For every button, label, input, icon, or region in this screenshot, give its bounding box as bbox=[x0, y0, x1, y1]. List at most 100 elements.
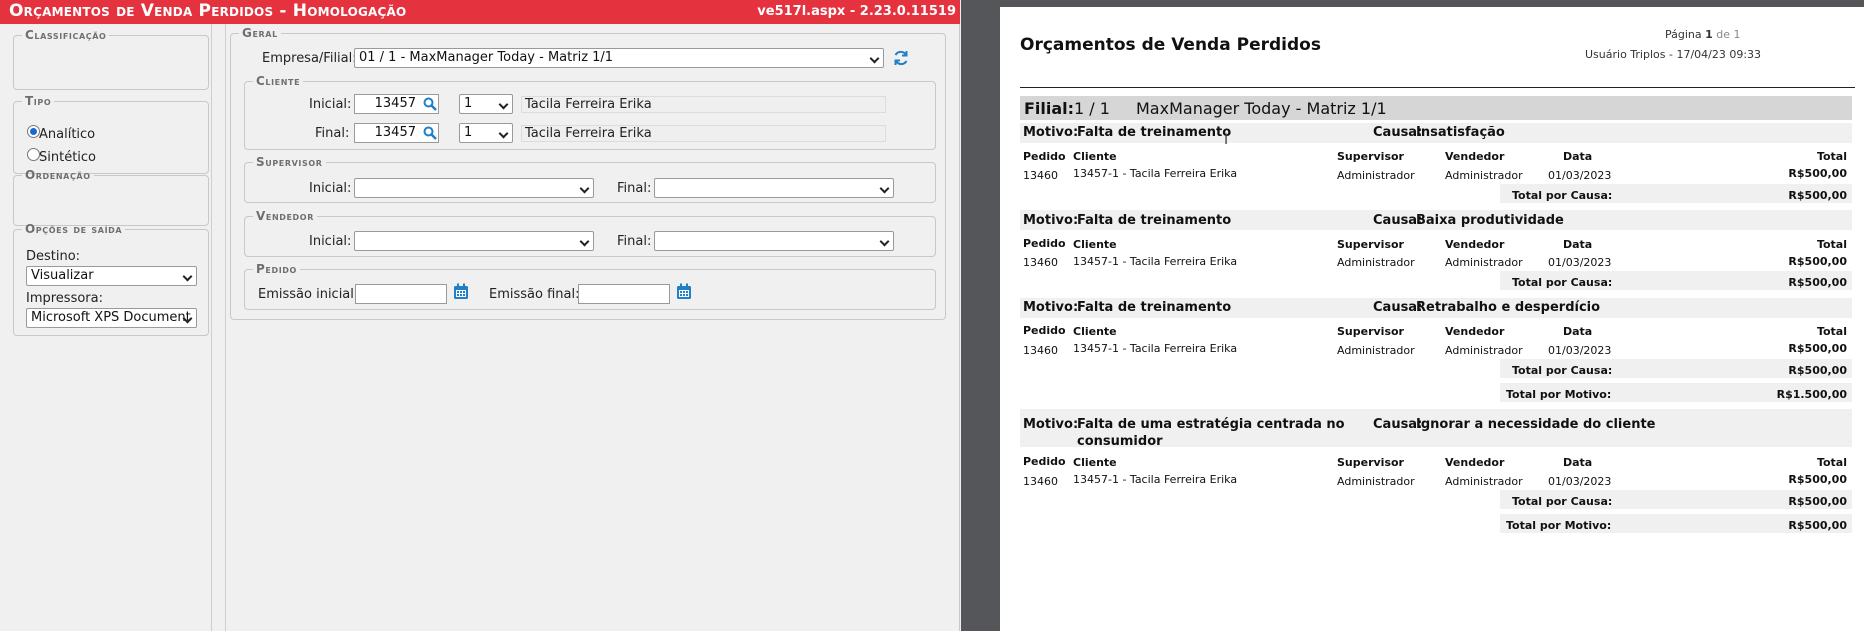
col-pedido: Pedido bbox=[1023, 455, 1066, 468]
empresa-filial-label: Empresa/Filial: bbox=[262, 51, 357, 66]
page-of: de 1 bbox=[1716, 28, 1741, 41]
total-causa-value: R$500,00 bbox=[1788, 364, 1847, 377]
total-causa-label: Total por Causa: bbox=[1512, 495, 1613, 508]
chevron-down-icon bbox=[879, 183, 890, 194]
cliente-final-seq: 1 bbox=[464, 125, 473, 140]
causa-label: Causa: bbox=[1373, 300, 1423, 315]
impressora-select[interactable]: Microsoft XPS Document bbox=[26, 308, 197, 328]
cliente-final-code: 13457 bbox=[374, 125, 416, 140]
supervisor-inicial-select[interactable] bbox=[354, 178, 594, 198]
col-supervisor: Supervisor bbox=[1337, 325, 1404, 338]
causa-label: Causa: bbox=[1373, 125, 1423, 140]
motivo-value: Falta de treinamento bbox=[1077, 125, 1232, 140]
col-cliente: Cliente bbox=[1073, 150, 1117, 163]
col-pedido: Pedido bbox=[1023, 237, 1066, 250]
cell-pedido: 13460 bbox=[1023, 169, 1058, 182]
chevron-down-icon bbox=[579, 236, 590, 247]
col-data: Data bbox=[1563, 238, 1593, 251]
supervisor-final-select[interactable] bbox=[654, 178, 894, 198]
cliente-inicial-seq: 1 bbox=[464, 96, 473, 111]
chevron-down-icon bbox=[869, 53, 880, 64]
emissao-final-input[interactable] bbox=[578, 284, 670, 304]
vendedor-inicial-select[interactable] bbox=[354, 231, 594, 251]
total-motivo-label: Total por Motivo: bbox=[1506, 388, 1612, 401]
causa-value: Ignorar a necessidade do cliente bbox=[1416, 417, 1656, 432]
cell-data: 01/03/2023 bbox=[1548, 344, 1612, 357]
cell-cliente: 13457-1 - Tacila Ferreira Erika bbox=[1073, 167, 1238, 180]
cell-cliente: 13457-1 - Tacila Ferreira Erika bbox=[1073, 255, 1238, 268]
cell-cliente: 13457-1 - Tacila Ferreira Erika bbox=[1073, 473, 1238, 486]
causa-label: Causa: bbox=[1373, 213, 1423, 228]
radio-analitico-label[interactable]: Analítico bbox=[39, 127, 95, 142]
cliente-inicial-seq-select[interactable]: 1 bbox=[459, 94, 513, 114]
causa-value: Retrabalho e desperdício bbox=[1416, 300, 1601, 315]
total-causa-value: R$500,00 bbox=[1788, 276, 1847, 289]
cell-total: R$500,00 bbox=[1788, 473, 1847, 486]
cell-supervisor: Administrador bbox=[1337, 256, 1415, 269]
causa-label: Causa: bbox=[1373, 417, 1423, 432]
cliente-final-seq-select[interactable]: 1 bbox=[459, 123, 513, 143]
search-icon[interactable] bbox=[423, 126, 437, 140]
col-vendedor: Vendedor bbox=[1445, 325, 1505, 338]
cliente-inicial-name-field: Tacila Ferreira Erika bbox=[521, 96, 886, 113]
cell-total: R$500,00 bbox=[1788, 255, 1847, 268]
search-icon[interactable] bbox=[423, 97, 437, 111]
col-data: Data bbox=[1563, 150, 1593, 163]
page-word: Página bbox=[1665, 28, 1702, 41]
cell-pedido: 13460 bbox=[1023, 475, 1058, 488]
cell-vendedor: Administrador bbox=[1445, 169, 1523, 182]
motivo-value: Falta de treinamento bbox=[1077, 213, 1232, 228]
cell-vendedor: Administrador bbox=[1445, 475, 1523, 488]
filial-name: MaxManager Today - Matriz 1/1 bbox=[1136, 99, 1387, 118]
vendedor-final-select[interactable] bbox=[654, 231, 894, 251]
ordenacao-legend: Ordenação bbox=[25, 168, 91, 182]
total-causa-label: Total por Causa: bbox=[1512, 189, 1613, 202]
cell-data: 01/03/2023 bbox=[1548, 256, 1612, 269]
text-cursor-icon: I bbox=[1224, 132, 1229, 148]
cell-data: 01/03/2023 bbox=[1548, 475, 1612, 488]
cliente-inicial-code: 13457 bbox=[374, 96, 416, 111]
cliente-inicial-label: Inicial: bbox=[309, 97, 352, 112]
vendedor-legend: Vendedor bbox=[256, 209, 314, 223]
motivo-label: Motivo: bbox=[1023, 300, 1079, 315]
col-cliente: Cliente bbox=[1073, 325, 1117, 338]
report-filter-window: Orçamentos de Venda Perdidos - Homologaç… bbox=[0, 0, 960, 631]
page-number: 1 bbox=[1705, 28, 1713, 41]
col-total: Total bbox=[1816, 238, 1847, 251]
col-cliente: Cliente bbox=[1073, 238, 1117, 251]
sidebar: Classificação Tipo Analítico Sintético O… bbox=[0, 24, 212, 631]
motivo-value-line1: Falta de uma estratégia centrada no bbox=[1077, 417, 1345, 432]
causa-value: Baixa produtividade bbox=[1416, 213, 1564, 228]
vendedor-final-label: Final: bbox=[617, 234, 652, 249]
filter-form: Geral Empresa/Filial: 01 / 1 - MaxManage… bbox=[225, 24, 960, 631]
emissao-inicial-label: Emissão inicial: bbox=[258, 287, 359, 302]
emissao-inicial-input[interactable] bbox=[355, 284, 447, 304]
classificacao-legend: Classificação bbox=[25, 28, 107, 42]
col-total: Total bbox=[1816, 325, 1847, 338]
col-total: Total bbox=[1816, 456, 1847, 469]
col-pedido: Pedido bbox=[1023, 150, 1066, 163]
destino-label: Destino: bbox=[26, 249, 81, 264]
col-cliente: Cliente bbox=[1073, 456, 1117, 469]
cell-vendedor: Administrador bbox=[1445, 344, 1523, 357]
destino-select[interactable]: Visualizar bbox=[26, 266, 197, 286]
motivo-label: Motivo: bbox=[1023, 213, 1079, 228]
report-title: Orçamentos de Venda Perdidos bbox=[1020, 35, 1321, 55]
col-vendedor: Vendedor bbox=[1445, 238, 1505, 251]
calendar-icon[interactable] bbox=[453, 283, 469, 300]
cell-supervisor: Administrador bbox=[1337, 169, 1415, 182]
refresh-icon[interactable] bbox=[892, 49, 910, 67]
page-indicator: Página 1 de 1 bbox=[1665, 28, 1741, 41]
calendar-icon[interactable] bbox=[676, 283, 692, 300]
total-causa-value: R$500,00 bbox=[1788, 189, 1847, 202]
total-motivo-value: R$500,00 bbox=[1788, 519, 1847, 532]
total-causa-label: Total por Causa: bbox=[1512, 364, 1613, 377]
col-supervisor: Supervisor bbox=[1337, 238, 1404, 251]
radio-sintetico-label[interactable]: Sintético bbox=[39, 150, 96, 165]
chevron-down-icon bbox=[498, 99, 509, 110]
user-timestamp: Usuário Triplos - 17/04/23 09:33 bbox=[1585, 48, 1762, 61]
supervisor-final-label: Final: bbox=[617, 181, 652, 196]
report-preview[interactable]: Orçamentos de Venda Perdidos Página 1 de… bbox=[961, 0, 1864, 631]
empresa-filial-select[interactable]: 01 / 1 - MaxManager Today - Matriz 1/1 bbox=[354, 48, 884, 68]
col-supervisor: Supervisor bbox=[1337, 150, 1404, 163]
